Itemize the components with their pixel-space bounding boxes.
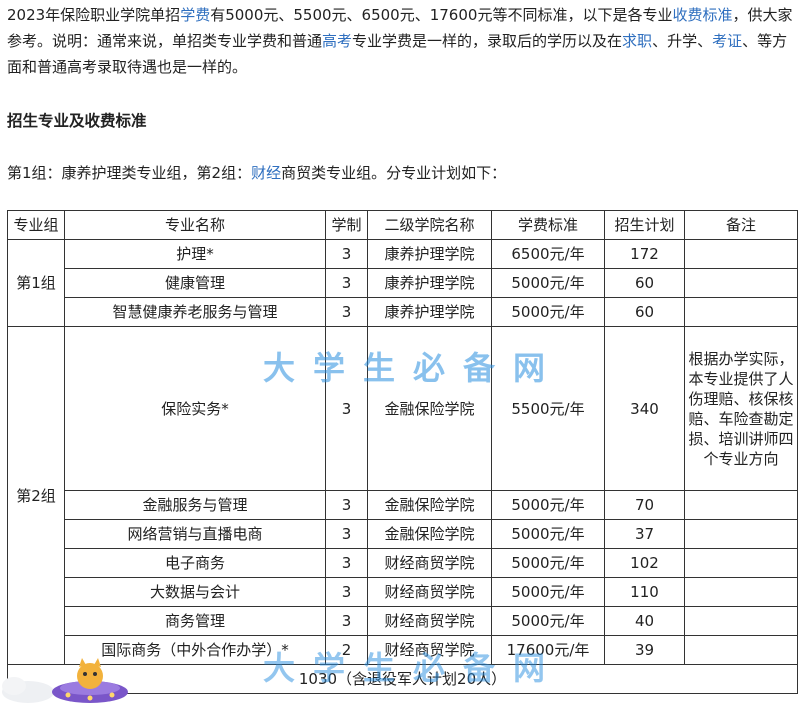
note-cell <box>684 548 798 578</box>
years-cell: 3 <box>325 490 368 520</box>
years-cell: 3 <box>325 326 368 491</box>
table-row: 电子商务 3 财经商贸学院 5000元/年 102 <box>8 548 798 578</box>
finance-link[interactable]: 财经 <box>251 164 281 182</box>
table-row: 健康管理 3 康养护理学院 5000元/年 60 <box>8 268 798 298</box>
groups-text-1: 第1组：康养护理类专业组，第2组： <box>7 164 252 182</box>
fee-cell: 6500元/年 <box>491 239 605 269</box>
table-row: 商务管理 3 财经商贸学院 5000元/年 40 <box>8 606 798 636</box>
table-row: 大数据与会计 3 财经商贸学院 5000元/年 110 <box>8 577 798 607</box>
job-link[interactable]: 求职 <box>622 32 652 50</box>
header-years: 学制 <box>325 210 368 240</box>
major-cell: 大数据与会计 <box>64 577 326 607</box>
plan-cell: 60 <box>604 297 685 327</box>
fee-table: 专业组 专业名称 学制 二级学院名称 学费标准 招生计划 备注 第1组 护理* … <box>7 210 798 694</box>
fee-cell: 5000元/年 <box>491 548 605 578</box>
header-fee: 学费标准 <box>491 210 605 240</box>
college-cell: 金融保险学院 <box>367 490 492 520</box>
tuition-link[interactable]: 学费 <box>180 6 210 24</box>
intro-paragraph: 2023年保险职业学院单招学费有5000元、5500元、6500元、17600元… <box>7 2 798 80</box>
plan-cell: 70 <box>604 490 685 520</box>
major-cell: 护理* <box>64 239 326 269</box>
ufo-cat-mascot-icon[interactable] <box>0 652 130 705</box>
note-cell <box>684 519 798 549</box>
note-cell <box>684 297 798 327</box>
college-cell: 财经商贸学院 <box>367 606 492 636</box>
groups-text-2: 商贸类专业组。分专业计划如下： <box>281 164 507 182</box>
header-plan: 招生计划 <box>604 210 685 240</box>
header-note: 备注 <box>684 210 798 240</box>
major-cell: 网络营销与直播电商 <box>64 519 326 549</box>
college-cell: 康养护理学院 <box>367 239 492 269</box>
fee-cell: 5000元/年 <box>491 268 605 298</box>
major-cell: 金融服务与管理 <box>64 490 326 520</box>
table-row: 第2组 保险实务* 3 金融保险学院 5500元/年 340 根据办学实际，本专… <box>7 326 798 665</box>
years-cell: 3 <box>325 548 368 578</box>
exam-link[interactable]: 考证 <box>712 32 742 50</box>
years-cell: 3 <box>325 519 368 549</box>
plan-cell: 39 <box>604 635 685 665</box>
college-cell: 金融保险学院 <box>367 326 492 491</box>
header-major: 专业名称 <box>64 210 326 240</box>
fee-cell: 5000元/年 <box>491 297 605 327</box>
note-cell <box>684 268 798 298</box>
section-title: 招生专业及收费标准 <box>7 112 147 130</box>
note-cell <box>684 239 798 269</box>
years-cell: 3 <box>325 268 368 298</box>
college-cell: 财经商贸学院 <box>367 577 492 607</box>
intro-text-2: 有5000元、5500元、6500元、17600元等不同标准，以下是各专业 <box>210 6 673 24</box>
groups-line: 第1组：康养护理类专业组，第2组：财经商贸类专业组。分专业计划如下： <box>7 160 798 186</box>
note-cell <box>684 635 798 665</box>
fee-cell: 17600元/年 <box>491 635 605 665</box>
note-cell <box>684 606 798 636</box>
table-row: 金融服务与管理 3 金融保险学院 5000元/年 70 <box>8 490 798 520</box>
table-row: 第1组 护理* 3 康养护理学院 6500元/年 172 <box>7 239 798 327</box>
intro-text-4: 专业学费是一样的，录取后的学历以及在 <box>352 32 623 50</box>
fee-cell: 5000元/年 <box>491 606 605 636</box>
fee-cell: 5000元/年 <box>491 577 605 607</box>
years-cell: 3 <box>325 297 368 327</box>
college-cell: 康养护理学院 <box>367 268 492 298</box>
gaokao-link[interactable]: 高考 <box>322 32 352 50</box>
intro-text-1: 2023年保险职业学院单招 <box>7 6 181 24</box>
plan-cell: 110 <box>604 577 685 607</box>
major-cell: 商务管理 <box>64 606 326 636</box>
table-row: 智慧健康养老服务与管理 3 康养护理学院 5000元/年 60 <box>8 297 798 327</box>
fee-cell: 5500元/年 <box>491 326 605 491</box>
years-cell: 3 <box>325 606 368 636</box>
major-cell: 保险实务* <box>64 326 326 491</box>
header-group: 专业组 <box>7 210 65 240</box>
header-college: 二级学院名称 <box>367 210 492 240</box>
plan-cell: 102 <box>604 548 685 578</box>
plan-cell: 340 <box>604 326 685 491</box>
major-cell: 智慧健康养老服务与管理 <box>64 297 326 327</box>
plan-cell: 60 <box>604 268 685 298</box>
note-cell <box>684 577 798 607</box>
years-cell: 2 <box>325 635 368 665</box>
table-row: 网络营销与直播电商 3 金融保险学院 5000元/年 37 <box>8 519 798 549</box>
fee-standard-link[interactable]: 收费标准 <box>672 6 732 24</box>
college-cell: 财经商贸学院 <box>367 635 492 665</box>
years-cell: 3 <box>325 577 368 607</box>
fee-cell: 5000元/年 <box>491 519 605 549</box>
plan-cell: 40 <box>604 606 685 636</box>
college-cell: 金融保险学院 <box>367 519 492 549</box>
plan-cell: 37 <box>604 519 685 549</box>
intro-text-5: 、升学、 <box>652 32 713 50</box>
fee-cell: 5000元/年 <box>491 490 605 520</box>
years-cell: 3 <box>325 239 368 269</box>
major-cell: 电子商务 <box>64 548 326 578</box>
major-cell: 健康管理 <box>64 268 326 298</box>
college-cell: 财经商贸学院 <box>367 548 492 578</box>
table-header-row: 专业组 专业名称 学制 二级学院名称 学费标准 招生计划 备注 <box>7 210 798 240</box>
group-cell: 第1组 <box>7 239 65 327</box>
plan-cell: 172 <box>604 239 685 269</box>
note-cell <box>684 490 798 520</box>
college-cell: 康养护理学院 <box>367 297 492 327</box>
note-cell: 根据办学实际，本专业提供了人伤理赔、核保核赔、车险查勘定损、培训讲师四个专业方向 <box>684 326 798 491</box>
group-cell: 第2组 <box>7 326 65 665</box>
